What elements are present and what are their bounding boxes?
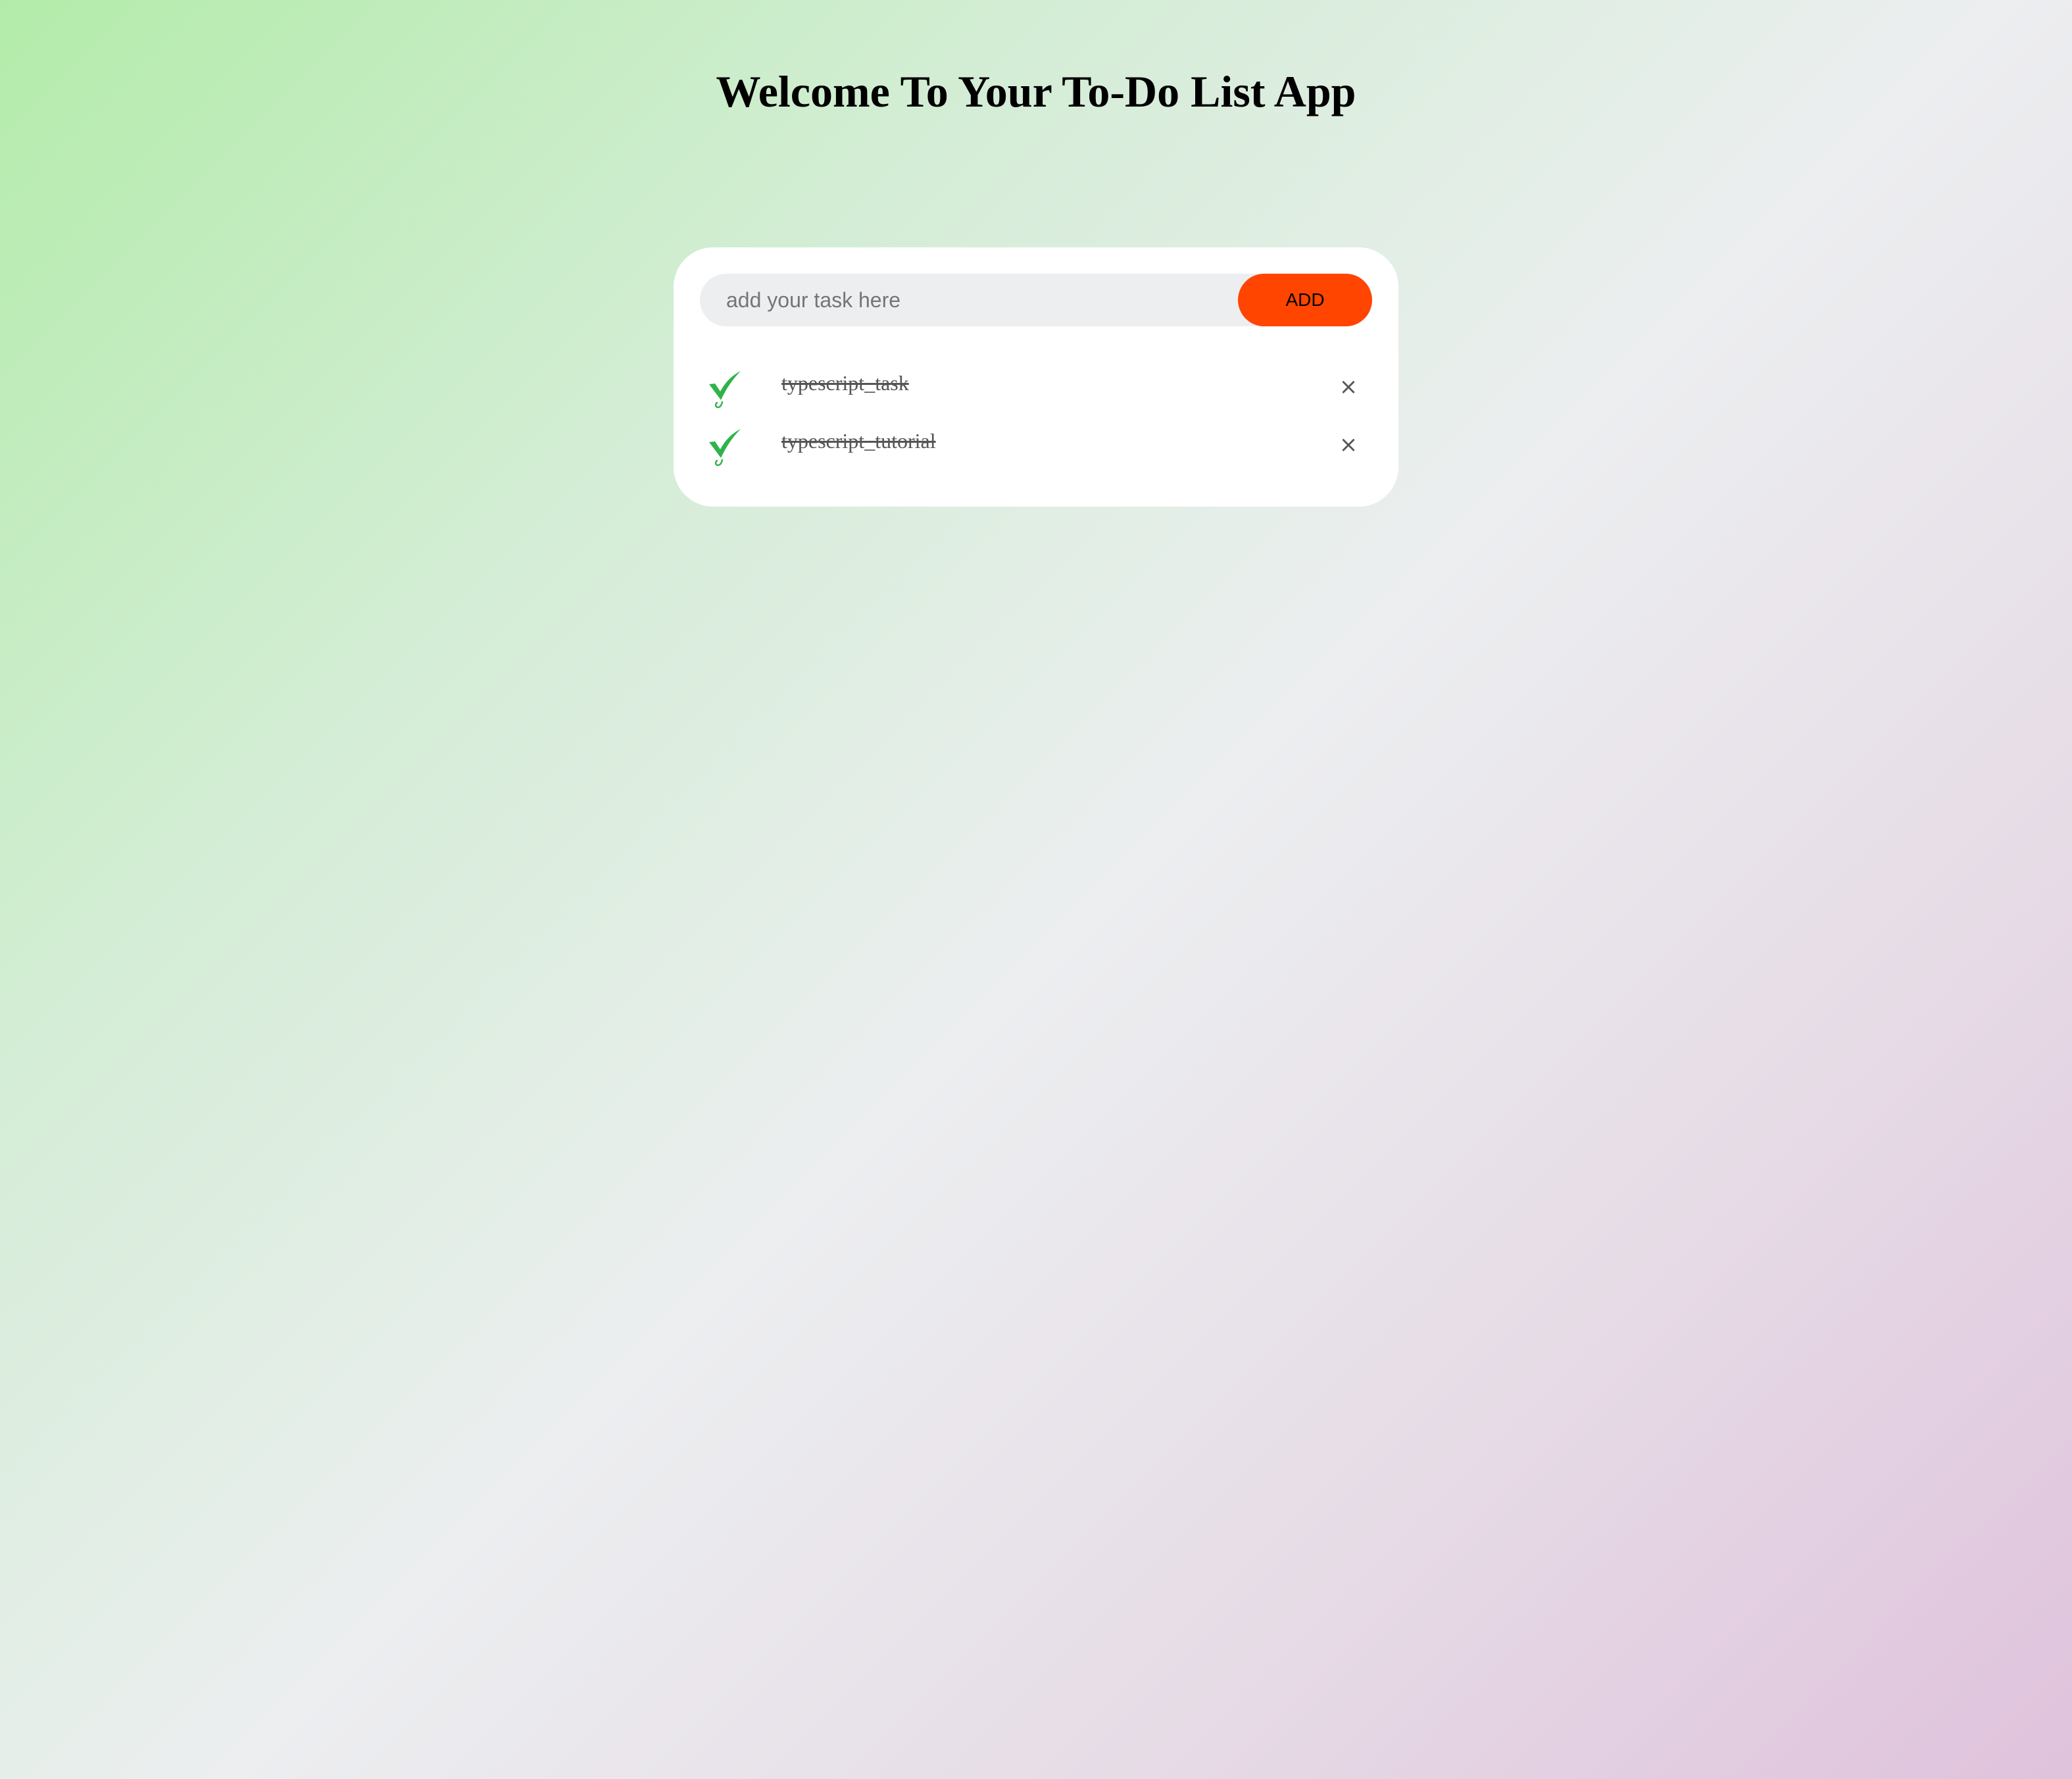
check-icon[interactable] bbox=[708, 370, 742, 409]
task-input[interactable] bbox=[726, 274, 1226, 326]
task-list: typescript_task × typescript_tutorial × bbox=[700, 370, 1372, 486]
task-label: typescript_task bbox=[781, 371, 909, 395]
add-button[interactable]: ADD bbox=[1238, 274, 1372, 326]
close-icon[interactable]: × bbox=[1335, 374, 1362, 400]
check-icon[interactable] bbox=[708, 428, 742, 467]
task-item[interactable]: typescript_task × bbox=[700, 370, 1372, 428]
todo-card: ADD typescript_task × typescript_tutoria… bbox=[674, 247, 1398, 507]
task-item[interactable]: typescript_tutorial × bbox=[700, 428, 1372, 486]
close-icon[interactable]: × bbox=[1335, 432, 1362, 458]
task-input-row: ADD bbox=[700, 274, 1372, 326]
task-label: typescript_tutorial bbox=[781, 429, 936, 453]
page-title: Welcome To Your To-Do List App bbox=[716, 66, 1356, 116]
